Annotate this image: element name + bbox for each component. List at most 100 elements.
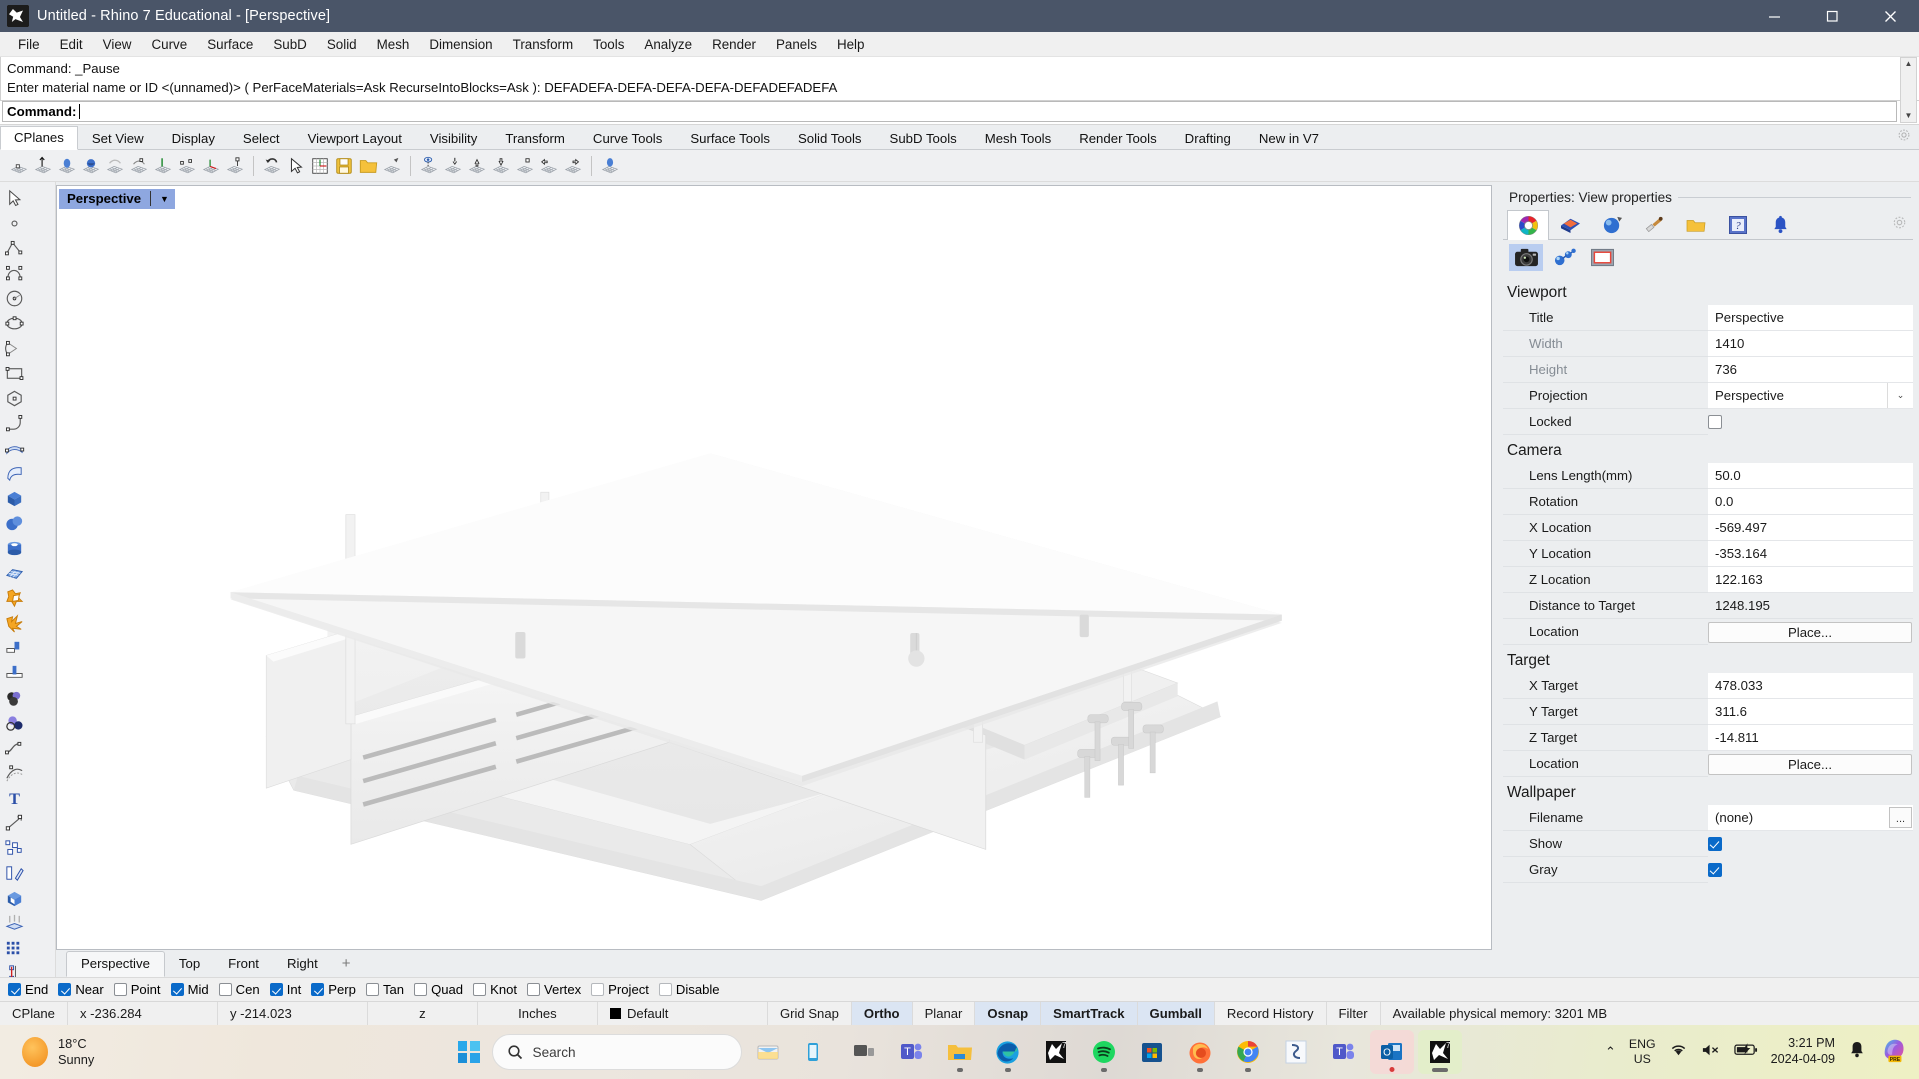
status-toggle-record-history[interactable]: Record History <box>1215 1002 1327 1025</box>
toolbar-tab-cplanes[interactable]: CPlanes <box>0 126 78 150</box>
toolbar-tab-surface-tools[interactable]: Surface Tools <box>676 127 784 150</box>
osnap-checkbox[interactable] <box>218 983 232 996</box>
split-icon[interactable] <box>0 661 28 686</box>
cplane-export-icon[interactable] <box>381 155 403 177</box>
status-toggle-osnap[interactable]: Osnap <box>975 1002 1042 1025</box>
status-toggle-smarttrack[interactable]: SmartTrack <box>1041 1002 1138 1025</box>
file-explorer-icon[interactable] <box>938 1030 982 1074</box>
box-icon[interactable] <box>0 486 28 511</box>
property-value-input[interactable]: 50.0 <box>1708 463 1913 489</box>
menu-item-subd[interactable]: SubD <box>263 34 317 55</box>
menu-item-solid[interactable]: Solid <box>317 34 367 55</box>
status-cplane[interactable]: CPlane <box>0 1002 68 1025</box>
curve-fillet-icon[interactable] <box>0 411 28 436</box>
minimize-button[interactable] <box>1745 0 1803 32</box>
notification-bell-icon[interactable] <box>1848 1040 1866 1064</box>
phone-link-icon[interactable] <box>794 1030 838 1074</box>
select-cursor-icon[interactable] <box>285 155 307 177</box>
tab-material[interactable] <box>1591 209 1633 239</box>
toolbar-tab-display[interactable]: Display <box>158 127 229 150</box>
property-dropdown[interactable]: Perspective ⌄ <box>1708 383 1913 409</box>
osnap-checkbox[interactable] <box>658 983 672 996</box>
windows-start-button[interactable] <box>457 1041 480 1063</box>
osnap-checkbox[interactable] <box>58 983 72 996</box>
viewport-title-label[interactable]: Perspective ▼ <box>59 189 175 209</box>
volume-muted-icon[interactable] <box>1701 1042 1721 1063</box>
cplane-to-object-icon[interactable] <box>56 155 78 177</box>
osnap-quad[interactable]: Quad <box>414 982 470 997</box>
rectangle-icon[interactable] <box>0 361 28 386</box>
osnap-checkbox[interactable] <box>311 983 325 996</box>
extrude-icon[interactable] <box>0 911 28 936</box>
cplane-prev-icon[interactable] <box>538 155 560 177</box>
task-view-icon[interactable] <box>842 1030 886 1074</box>
cplane-to-surface-icon[interactable] <box>80 155 102 177</box>
osnap-end[interactable]: End <box>8 982 55 997</box>
select-arrow-icon[interactable] <box>0 186 28 211</box>
menu-item-help[interactable]: Help <box>827 34 875 55</box>
status-toggle-grid-snap[interactable]: Grid Snap <box>768 1002 852 1025</box>
rhino-active-icon[interactable]: 7 <box>1417 1030 1462 1074</box>
taskbar-search-box[interactable]: Search <box>491 1034 742 1070</box>
cplane-object-icon[interactable] <box>599 155 621 177</box>
close-button[interactable] <box>1861 0 1919 32</box>
toolbar-tab-viewport-layout[interactable]: Viewport Layout <box>294 127 416 150</box>
cplane-world-top-icon[interactable] <box>152 155 174 177</box>
open-cplane-icon[interactable] <box>357 155 379 177</box>
menu-item-curve[interactable]: Curve <box>141 34 197 55</box>
menu-item-tools[interactable]: Tools <box>583 34 634 55</box>
menu-item-mesh[interactable]: Mesh <box>367 34 420 55</box>
surface-from-points-icon[interactable] <box>0 436 28 461</box>
toolbar-tab-select[interactable]: Select <box>229 127 294 150</box>
cplane-view-icon[interactable] <box>418 155 440 177</box>
toolbar-tab-set-view[interactable]: Set View <box>78 127 158 150</box>
menu-item-file[interactable]: File <box>8 34 50 55</box>
osnap-mid[interactable]: Mid <box>170 982 216 997</box>
spotify-icon[interactable] <box>1082 1030 1126 1074</box>
menu-item-transform[interactable]: Transform <box>503 34 584 55</box>
polygon-icon[interactable] <box>0 386 28 411</box>
status-units[interactable]: Inches <box>478 1002 598 1025</box>
perspective-viewport[interactable]: Perspective ▼ <box>56 185 1492 950</box>
cplane-next2-icon[interactable] <box>562 155 584 177</box>
viewport-tab-front[interactable]: Front <box>214 952 273 976</box>
osnap-project[interactable]: Project <box>591 982 656 997</box>
circle-icon[interactable] <box>0 286 28 311</box>
toolbar-tab-visibility[interactable]: Visibility <box>416 127 491 150</box>
chevron-down-icon[interactable]: ▼ <box>160 194 169 204</box>
property-value-input[interactable]: 1410 <box>1708 331 1913 357</box>
cplane-curve-icon[interactable] <box>104 155 126 177</box>
osnap-knot[interactable]: Knot <box>473 982 524 997</box>
gear-icon[interactable] <box>1897 128 1911 145</box>
dimension-icon[interactable] <box>0 811 28 836</box>
status-layer[interactable]: Default <box>598 1002 768 1025</box>
osnap-checkbox[interactable] <box>365 983 379 996</box>
cplane-next-icon[interactable] <box>224 155 246 177</box>
property-value-input[interactable]: 478.033 <box>1708 673 1913 699</box>
cylinder-icon[interactable] <box>0 536 28 561</box>
blend-curve-icon[interactable] <box>0 736 28 761</box>
boolean-difference-icon[interactable] <box>0 711 28 736</box>
osnap-perp[interactable]: Perp <box>311 982 363 997</box>
shapr3d-icon[interactable] <box>1274 1030 1318 1074</box>
cplane-3-point-icon[interactable] <box>176 155 198 177</box>
scroll-up-arrow[interactable]: ▲ <box>1905 58 1913 70</box>
property-value-input[interactable]: -353.164 <box>1708 541 1913 567</box>
surface-extrude-icon[interactable] <box>0 461 28 486</box>
menu-item-panels[interactable]: Panels <box>766 34 827 55</box>
place-button[interactable]: Place... <box>1708 753 1912 775</box>
status-toggle-ortho[interactable]: Ortho <box>851 1002 913 1025</box>
property-checkbox[interactable] <box>1708 863 1722 877</box>
offset-curve-icon[interactable] <box>0 761 28 786</box>
tab-paintbrush[interactable] <box>1633 209 1675 239</box>
osnap-checkbox[interactable] <box>591 983 605 996</box>
toolbar-tab-drafting[interactable]: Drafting <box>1171 127 1245 150</box>
rhino-icon[interactable]: 7 <box>1034 1030 1078 1074</box>
menu-item-edit[interactable]: Edit <box>50 34 93 55</box>
teams-chat-icon[interactable]: T <box>1322 1030 1366 1074</box>
boolean-group-icon[interactable] <box>0 686 28 711</box>
toolbar-tab-render-tools[interactable]: Render Tools <box>1065 127 1170 150</box>
osnap-int[interactable]: Int <box>269 982 309 997</box>
menu-item-dimension[interactable]: Dimension <box>419 34 502 55</box>
toolbar-tab-solid-tools[interactable]: Solid Tools <box>784 127 876 150</box>
